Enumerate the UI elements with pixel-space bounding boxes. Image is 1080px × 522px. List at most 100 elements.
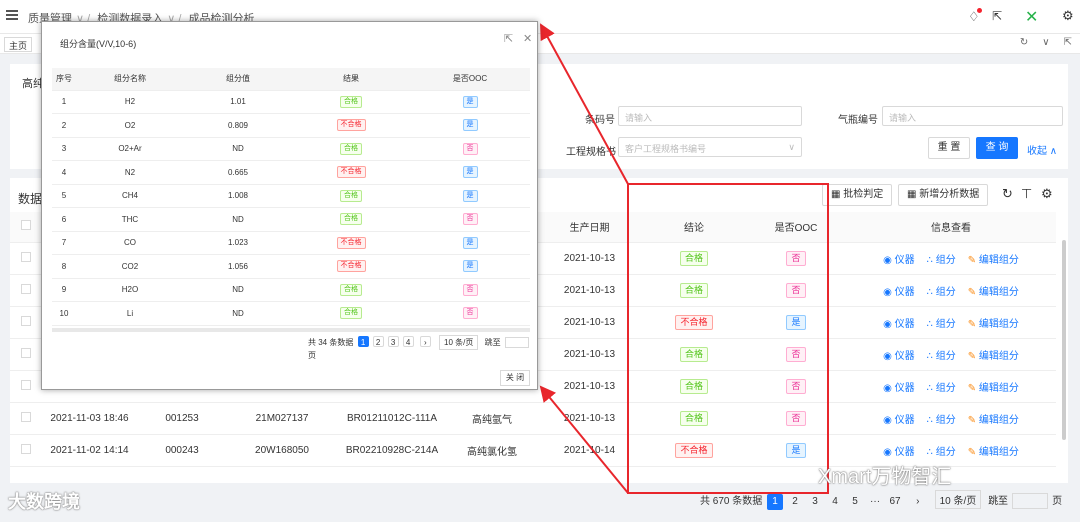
component-header-cell: 组分名称 [76, 68, 184, 91]
watermark-right: Xmart万物智汇 [818, 466, 952, 488]
component-cell: H2O [76, 278, 184, 302]
modal-page-list: 1234 [356, 336, 416, 347]
component-cell: 5 [52, 184, 76, 208]
component-row: 7 CO 1.023 不合格 是 [52, 231, 530, 255]
result-tag: 不合格 [336, 119, 366, 132]
component-header-cell: 是否OOC [410, 68, 530, 91]
component-cell: ND [184, 137, 292, 161]
component-cell: Li [76, 301, 184, 326]
component-cell: 3 [52, 137, 76, 161]
component-cell: CO [76, 231, 184, 255]
component-row: 1 H2 1.01 合格 是 [52, 90, 530, 114]
component-row: 6 THC ND 合格 否 [52, 207, 530, 232]
component-row: 10 Li ND 合格 否 [52, 301, 530, 326]
component-cell: O2 [76, 113, 184, 138]
close-icon[interactable]: ✕ [523, 32, 532, 45]
modal-next-page-icon[interactable]: › [419, 336, 431, 347]
component-cell: N2 [76, 160, 184, 185]
component-result-cell: 合格 [292, 90, 410, 114]
component-table: 序号 组分名称 组分值 结果 是否OOC 1 H2 1.01 合格是 2 O2 0.809 不合格是 3… [52, 68, 530, 326]
ooc-tag: 否 [462, 283, 478, 296]
ooc-tag: 是 [462, 189, 478, 202]
component-ooc-cell: 是 [410, 160, 530, 185]
component-row: 2 O2 0.809 不合格 是 [52, 113, 530, 138]
component-ooc-cell: 否 [410, 278, 530, 302]
ooc-tag: 是 [462, 119, 478, 132]
ooc-tag: 否 [462, 142, 478, 155]
fullscreen-icon[interactable]: ⇱ [504, 32, 513, 45]
component-ooc-cell: 是 [410, 113, 530, 138]
ooc-tag: 是 [462, 260, 478, 273]
result-tag: 合格 [340, 283, 362, 296]
component-result-cell: 合格 [292, 278, 410, 302]
ooc-tag: 是 [462, 95, 478, 108]
component-result-cell: 不合格 [292, 113, 410, 138]
component-ooc-cell: 是 [410, 184, 530, 208]
result-tag: 合格 [340, 189, 362, 202]
component-header-row: 序号 组分名称 组分值 结果 是否OOC [52, 68, 530, 91]
component-row: 9 H2O ND 合格 否 [52, 278, 530, 302]
component-result-cell: 合格 [292, 137, 410, 161]
arrow-bottom [539, 385, 629, 494]
component-ooc-cell: 否 [410, 137, 530, 161]
component-row: 5 CH4 1.008 合格 是 [52, 184, 530, 208]
ooc-tag: 是 [462, 236, 478, 249]
component-ooc-cell: 是 [410, 231, 530, 255]
component-result-cell: 合格 [292, 207, 410, 232]
component-cell: 1.023 [184, 231, 292, 255]
modal-page-item[interactable]: 4 [402, 336, 414, 347]
component-cell: ND [184, 301, 292, 326]
component-cell: H2 [76, 90, 184, 114]
component-cell: 1.01 [184, 90, 292, 114]
modal-page-item[interactable]: 3 [387, 336, 399, 347]
component-cell: O2+Ar [76, 137, 184, 161]
component-ooc-cell: 否 [410, 301, 530, 326]
modal-jump-input[interactable] [504, 337, 529, 349]
ooc-tag: 是 [462, 166, 478, 179]
modal-close-button[interactable]: 关 闭 [500, 370, 530, 386]
component-row: 3 O2+Ar ND 合格 否 [52, 137, 530, 161]
modal-page-item[interactable]: 2 [372, 336, 384, 347]
modal-pagination: 共 34 条数据 1234 › 10 条/页 跳至页 [308, 335, 537, 361]
component-header-cell: 组分值 [184, 68, 292, 91]
result-tag: 不合格 [336, 260, 366, 273]
modal-horizontal-scrollbar[interactable] [52, 328, 530, 332]
component-cell: 0.665 [184, 160, 292, 185]
modal-page-size-select[interactable]: 10 条/页 [439, 335, 479, 350]
component-cell: CH4 [76, 184, 184, 208]
component-result-cell: 不合格 [292, 254, 410, 279]
component-result-cell: 合格 [292, 301, 410, 326]
watermark-left: 大数跨境 [8, 492, 80, 512]
component-cell: 10 [52, 301, 76, 326]
component-result-cell: 合格 [292, 184, 410, 208]
component-cell: 1.008 [184, 184, 292, 208]
ooc-tag: 否 [462, 213, 478, 226]
result-tag: 不合格 [336, 166, 366, 179]
component-cell: ND [184, 278, 292, 302]
component-cell: 6 [52, 207, 76, 232]
modal-title: 组分含量(V/V,10-6) [60, 39, 137, 49]
component-cell: 1.056 [184, 254, 292, 279]
component-modal: 组分含量(V/V,10-6) ⇱ ✕ 序号 组分名称 组分值 结果 是否OOC 1 H2 1… [41, 21, 538, 390]
component-cell: 9 [52, 278, 76, 302]
result-tag: 合格 [340, 213, 362, 226]
ooc-tag: 否 [462, 307, 478, 320]
component-row: 4 N2 0.665 不合格 是 [52, 160, 530, 185]
modal-page-item[interactable]: 1 [357, 336, 369, 347]
modal-page-label: 页 [308, 351, 316, 360]
component-cell: 7 [52, 231, 76, 255]
result-tag: 合格 [340, 307, 362, 320]
result-tag: 不合格 [336, 236, 366, 249]
component-cell: THC [76, 207, 184, 232]
component-row: 8 CO2 1.056 不合格 是 [52, 254, 530, 279]
modal-jump-label: 跳至 [484, 338, 501, 347]
component-result-cell: 不合格 [292, 231, 410, 255]
component-cell: 2 [52, 113, 76, 138]
component-cell: 4 [52, 160, 76, 185]
component-ooc-cell: 是 [410, 254, 530, 279]
component-cell: 0.809 [184, 113, 292, 138]
result-tag: 合格 [340, 95, 362, 108]
arrow-top [540, 23, 629, 185]
component-result-cell: 不合格 [292, 160, 410, 185]
component-ooc-cell: 是 [410, 90, 530, 114]
